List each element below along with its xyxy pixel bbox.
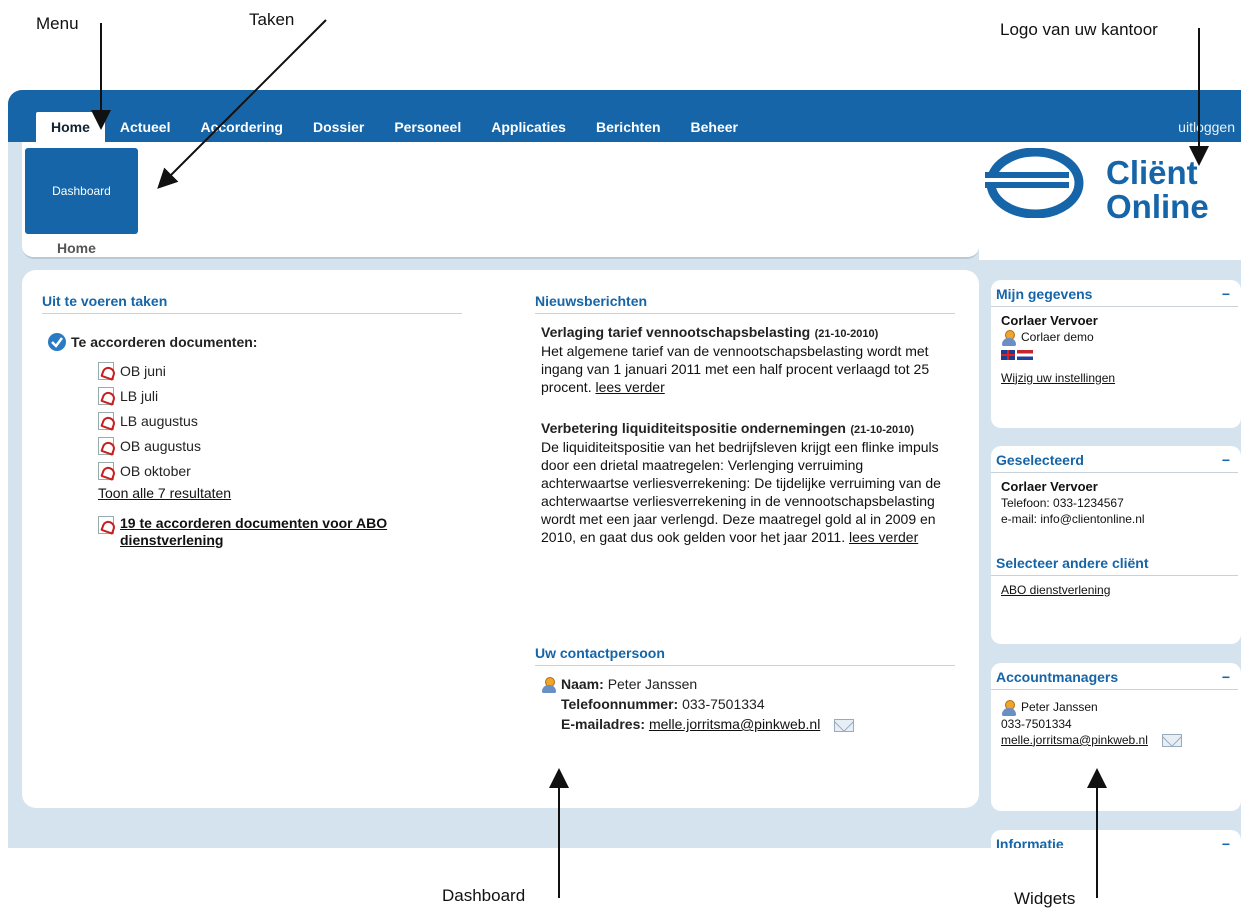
document-label: OB oktober [120,462,191,479]
menu-item-home[interactable]: Home [36,112,105,143]
minimize-icon[interactable]: − [1222,836,1230,848]
select-client-title: Selecteer andere cliënt [996,555,1149,571]
read-more-link[interactable]: lees verder [595,379,664,395]
contact-name: Peter Janssen [607,676,698,692]
pdf-icon [98,386,114,405]
settings-link[interactable]: Wijzig uw instellingen [1001,370,1231,386]
show-all-link[interactable]: Toon alle 7 resultaten [98,485,462,501]
document-item[interactable]: OB oktober [98,458,462,483]
dashboard-task-tile[interactable]: Dashboard [25,148,138,234]
news-item: Verlaging tarief vennootschapsbelasting … [541,324,951,396]
todo-title: Uit te voeren taken [42,293,462,314]
widget-geselecteerd: Geselecteerd − Corlaer Vervoer Telefoon: … [991,446,1241,644]
widget-company: Corlaer Vervoer [1001,313,1098,328]
document-item[interactable]: OB augustus [98,433,462,458]
document-label: OB augustus [120,437,201,454]
widget-user: Corlaer demo [1021,330,1094,344]
pdf-icon [98,461,114,480]
minimize-icon[interactable]: − [1222,452,1230,468]
callout-menu: Menu [36,14,79,33]
callout-widgets: Widgets [1014,889,1076,908]
widget-title: Accountmanagers [996,669,1119,685]
news-item-date: (21-10-2010) [850,424,914,436]
menu-item-actueel[interactable]: Actueel [105,112,186,143]
logout-link[interactable]: uitloggen [1178,119,1235,135]
news-section: Nieuwsberichten Verlaging tarief vennoot… [535,293,955,546]
contact-title: Uw contactpersoon [535,645,955,666]
document-label: OB juni [120,362,166,379]
contact-phone: 033-7501334 [682,696,765,712]
contact-name-label: Naam: [561,676,604,692]
nl-flag-icon[interactable] [1017,349,1033,360]
callout-logo: Logo van uw kantoor [1000,20,1158,39]
document-item[interactable]: OB juni [98,358,462,383]
top-menu-bar: Home Actueel Accordering Dossier Persone… [8,90,1241,143]
mail-icon[interactable] [1161,734,1182,748]
news-item-title: Verlaging tarief vennootschapsbelasting [541,324,811,340]
todo-section: Uit te voeren taken Te accorderen docume… [42,293,462,549]
pdf-icon [98,516,114,534]
client-link[interactable]: ABO dienstverlening [1001,583,1110,597]
news-item: Verbetering liquiditeitspositie ondernem… [541,420,951,546]
contact-email-label: E-mailadres: [561,716,646,732]
document-label: LB juli [120,387,159,404]
widget-phone: Telefoon: 033-1234567 [1001,496,1124,510]
read-more-link[interactable]: lees verder [849,529,918,545]
minimize-icon[interactable]: − [1222,669,1230,685]
check-icon [48,333,66,351]
minimize-icon[interactable]: − [1222,286,1230,302]
callout-taken: Taken [249,10,295,29]
document-label: LB augustus [120,412,198,429]
logo-line2: Online [1106,188,1209,225]
widget-email: e-mail: info@clientonline.nl [1001,512,1145,526]
pdf-icon [98,436,114,455]
menu-item-applicaties[interactable]: Applicaties [476,112,581,143]
widget-accountmanagers: Accountmanagers − Peter Janssen 033-75013… [991,663,1241,811]
manager-email-link[interactable]: melle.jorritsma@pinkweb.nl [1001,733,1148,747]
uk-flag-icon[interactable] [1001,349,1015,360]
abo-item: 19 te accorderen documenten voor ABO die… [98,515,438,549]
dashboard-panel: Uit te voeren taken Te accorderen docume… [22,270,979,808]
todo-group-label: Te accorderen documenten: [71,334,258,350]
widget-informatie: Informatie − [991,830,1241,848]
task-panel: Dashboard Home [22,142,979,259]
widget-title: Mijn gegevens [996,286,1093,302]
news-item-date: (21-10-2010) [814,328,879,340]
manager-phone: 033-7501334 [1001,716,1072,731]
menu-item-dossier[interactable]: Dossier [298,112,379,143]
news-item-title: Verbetering liquiditeitspositie ondernem… [541,420,846,436]
callout-dashboard: Dashboard [442,886,526,905]
office-logo: Cliënt Online [979,142,1241,260]
news-title: Nieuwsberichten [535,293,955,314]
user-icon [541,677,557,694]
contact-details: Naam: Peter Janssen Telefoonnummer: 033-… [541,674,955,734]
document-item[interactable]: LB juli [98,383,462,408]
contact-email-link[interactable]: melle.jorritsma@pinkweb.nl [649,716,820,732]
contact-phone-label: Telefoonnummer: [561,696,679,712]
logo-line1: Cliënt [1106,154,1198,191]
user-icon [1001,699,1017,716]
menu-item-berichten[interactable]: Berichten [581,112,676,143]
widget-mijn-gegevens: Mijn gegevens − Corlaer Vervoer Corlaer d… [991,280,1241,428]
logo-text: Cliënt Online [1106,156,1209,224]
manager-name: Peter Janssen [1021,700,1098,714]
pdf-icon [98,411,114,430]
widget-company: Corlaer Vervoer [1001,479,1098,494]
document-item[interactable]: LB augustus [98,408,462,433]
app-window: Home Actueel Accordering Dossier Persone… [8,90,1241,848]
widget-title: Informatie [996,836,1064,848]
breadcrumb: Home [57,240,96,256]
abo-documents-link[interactable]: 19 te accorderen documenten voor ABO die… [120,515,438,549]
contact-section: Uw contactpersoon Naam: Peter Janssen Te… [535,645,955,734]
menu-item-beheer[interactable]: Beheer [676,112,753,143]
menu-item-personeel[interactable]: Personeel [379,112,476,143]
user-icon [1001,329,1017,346]
pdf-icon [98,361,114,380]
main-menu: Home Actueel Accordering Dossier Persone… [36,112,753,143]
todo-group: Te accorderen documenten: [42,332,462,352]
mail-icon[interactable] [834,718,855,732]
menu-item-accordering[interactable]: Accordering [185,112,297,143]
logo-emblem-icon [985,148,1084,218]
widget-title: Geselecteerd [996,452,1084,468]
